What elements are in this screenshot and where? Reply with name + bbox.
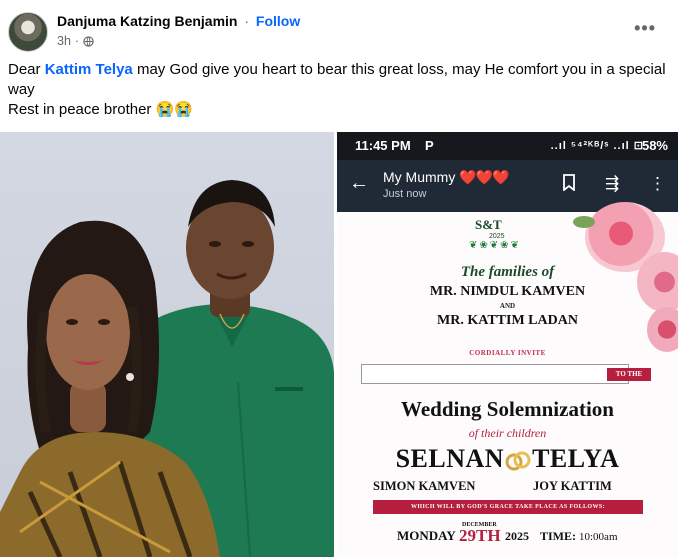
- chat-title: My Mummy ❤️❤️❤️: [383, 169, 510, 186]
- event-date: 29TH: [459, 526, 501, 545]
- couple-names: SELNAN TELYA: [337, 444, 678, 474]
- groom-name: SELNAN: [395, 444, 505, 473]
- cordially-invite: CORDIALLY INVITE: [469, 349, 546, 357]
- laurel-icon: ❦❀❦❀❦: [469, 240, 521, 251]
- follow-button[interactable]: Follow: [256, 13, 300, 29]
- chat-title-name: My Mummy: [383, 169, 456, 185]
- time-value: 10:00am: [579, 531, 618, 543]
- time-label: TIME:: [540, 529, 576, 543]
- event-year: 2025: [505, 529, 529, 543]
- post-header: Danjuma Katzing Benjamin · Follow 3h · •…: [0, 0, 678, 58]
- separator-dot: ·: [74, 34, 80, 48]
- author-line: Danjuma Katzing Benjamin · Follow: [57, 13, 300, 29]
- hearts-emoji: ❤️❤️❤️: [459, 169, 509, 185]
- bride-name: TELYA: [532, 444, 620, 473]
- kebab-menu-icon[interactable]: ⋮: [649, 174, 666, 194]
- phone-status-p: P: [425, 138, 434, 153]
- bookmark-icon[interactable]: [562, 174, 576, 196]
- post-text-line2: Rest in peace brother 😭😭: [8, 101, 193, 118]
- more-options-button[interactable]: •••: [634, 18, 656, 39]
- invitation-monogram: S&T: [475, 217, 502, 232]
- family-name-2: MR. KATTIM LADAN: [437, 313, 578, 328]
- author-avatar[interactable]: [8, 12, 48, 52]
- post-timestamp[interactable]: 3h: [57, 34, 71, 48]
- post-text: Dear Kattim Telya may God give you heart…: [8, 60, 668, 120]
- globe-icon: [83, 35, 94, 47]
- event-time: TIME: 10:00am: [540, 529, 618, 544]
- phone-time: 11:45 PM: [355, 138, 411, 153]
- couple-photo[interactable]: [0, 132, 334, 557]
- invitation-ribbon: WHICH WILL BY GOD'S GRACE TAKE PLACE AS …: [373, 500, 643, 514]
- battery-level: 58%: [641, 138, 668, 153]
- wedding-rings-icon: [505, 451, 531, 471]
- invitation-year: 2025: [489, 233, 505, 240]
- invitation-and: AND: [499, 302, 516, 310]
- event-day: MONDAY: [397, 528, 456, 543]
- their-children: of their children: [468, 426, 547, 440]
- invitation-screenshot[interactable]: 11:45 PM P ..ıl ⁵⁴²ᴷᴮ/ˢ ..ıl ⊡ 58% ← My …: [337, 132, 678, 557]
- separator-dot: ·: [244, 13, 250, 29]
- couple-photo-illustration: [0, 180, 334, 557]
- bride-full-name: JOY KATTIM: [533, 479, 612, 493]
- back-arrow-icon[interactable]: ←: [349, 172, 369, 195]
- wedding-heading: Wedding Solemnization: [401, 397, 614, 421]
- leaf-decoration: [573, 216, 595, 228]
- invitation-families: The families of: [460, 264, 555, 280]
- phone-status-bar: 11:45 PM P ..ıl ⁵⁴²ᴷᴮ/ˢ ..ıl ⊡ 58%: [337, 132, 678, 160]
- mention-link[interactable]: Kattim Telya: [45, 61, 133, 78]
- author-name[interactable]: Danjuma Katzing Benjamin: [57, 13, 237, 29]
- signal-icon: ..ıl ⁵⁴²ᴷᴮ/ˢ ..ıl ⊡: [550, 140, 644, 152]
- guest-name-box: [361, 364, 629, 384]
- to-the-label: TO THE: [607, 368, 651, 381]
- wedding-invitation: S&T 2025 ❦❀❦❀❦ The families of MR. NIMDU…: [337, 202, 678, 557]
- family-name-1: MR. NIMDUL KAMVEN: [429, 284, 586, 299]
- post-text-prefix: Dear: [8, 61, 45, 78]
- share-icon[interactable]: ⇶: [605, 174, 619, 194]
- groom-full-name: SIMON KAMVEN: [373, 479, 476, 493]
- post-meta: 3h ·: [57, 34, 94, 48]
- chat-subtitle: Just now: [383, 188, 427, 200]
- post-media: 11:45 PM P ..ıl ⁵⁴²ᴷᴮ/ˢ ..ıl ⊡ 58% ← My …: [0, 132, 678, 557]
